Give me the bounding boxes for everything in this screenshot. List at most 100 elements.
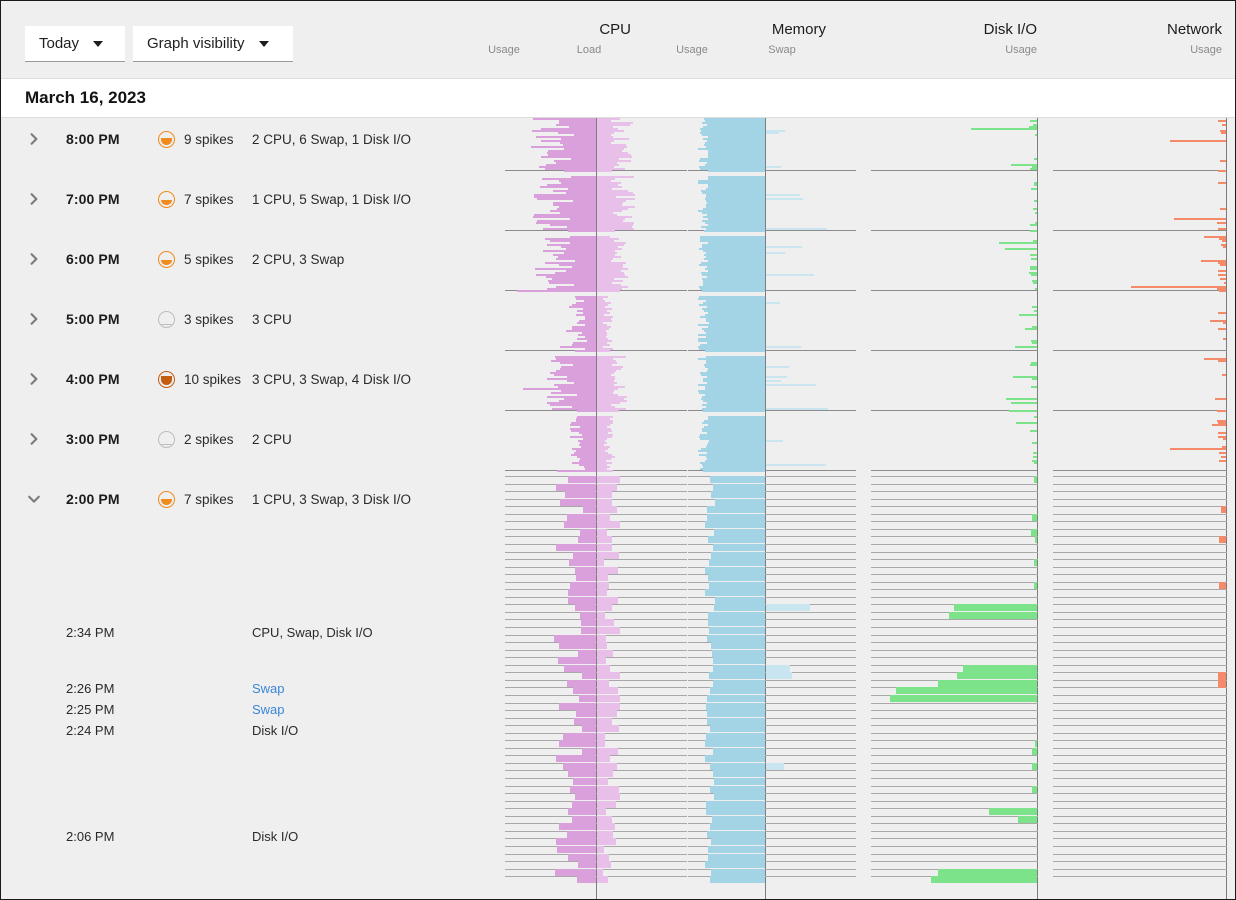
graph-minute-gridline <box>1053 582 1227 583</box>
graph-bar <box>597 657 606 664</box>
timeline-graph-pane <box>497 118 1235 899</box>
graph-minute-gridline <box>505 854 687 855</box>
graph-bar <box>957 672 1037 679</box>
graph-minute-gridline <box>505 869 687 870</box>
chevron-right-icon[interactable] <box>27 252 41 266</box>
graph-minute-gridline <box>1053 710 1227 711</box>
graph-bar <box>597 733 605 740</box>
hour-row-detail: 3 CPU <box>252 312 292 327</box>
timeline-body[interactable]: 8:00 PM9 spikes2 CPU, 6 Swap, 1 Disk I/O… <box>1 118 1235 899</box>
graph-bar <box>709 627 765 634</box>
graph-bar <box>714 793 765 800</box>
graph-bar <box>1034 158 1037 160</box>
graph-minute-gridline <box>1053 589 1227 590</box>
graph-bar <box>597 559 604 566</box>
graph-minute-gridline <box>871 786 1038 787</box>
graph-minute-gridline <box>505 627 687 628</box>
graph-bar <box>578 861 596 868</box>
column-header-disk-io[interactable]: Disk I/O Usage <box>846 21 1037 57</box>
graph-bar <box>597 725 619 732</box>
graph-panel-memory[interactable] <box>688 118 856 899</box>
graph-bar <box>1222 374 1226 376</box>
hour-row-time: 7:00 PM <box>66 191 120 207</box>
graph-minute-gridline <box>1053 552 1227 553</box>
column-header-memory[interactable]: Memory Usage Swap <box>646 21 826 57</box>
chevron-right-icon[interactable] <box>27 372 41 386</box>
graph-bar <box>582 672 596 679</box>
graph-bar <box>564 170 596 172</box>
graph-bar <box>713 748 765 755</box>
graph-bar <box>568 597 596 604</box>
hour-row[interactable]: 5:00 PM3 spikes3 CPU <box>1 308 497 330</box>
column-header-network[interactable]: Network Usage <box>1031 21 1222 57</box>
graph-bar <box>711 552 765 559</box>
graph-bar <box>597 290 620 292</box>
graph-bar <box>1218 274 1226 276</box>
graph-hour-gridline <box>505 350 687 351</box>
graph-bar <box>597 612 605 619</box>
graph-bar <box>597 499 612 506</box>
graph-bar <box>1219 582 1226 589</box>
graph-bar <box>1219 460 1226 462</box>
graph-hour-gridline <box>1053 230 1227 231</box>
graph-bar <box>1215 398 1226 400</box>
time-range-dropdown[interactable]: Today <box>25 26 125 62</box>
graph-minute-gridline <box>505 703 687 704</box>
graph-bar <box>1218 672 1226 688</box>
minute-row-detail-link[interactable]: Swap <box>252 681 285 696</box>
graph-bar <box>581 627 596 634</box>
graph-minute-gridline <box>505 650 687 651</box>
graph-bar <box>713 665 765 672</box>
hour-row[interactable]: 7:00 PM7 spikes1 CPU, 5 Swap, 1 Disk I/O <box>1 188 497 210</box>
minute-row-detail-link[interactable]: Swap <box>252 702 285 717</box>
graph-bar <box>597 740 605 747</box>
graph-hour-gridline <box>871 230 1038 231</box>
graph-minute-gridline <box>688 499 856 500</box>
spike-indicator: 7 spikes <box>158 191 234 208</box>
graph-visibility-dropdown[interactable]: Graph visibility <box>133 26 293 62</box>
graph-minute-gridline <box>505 619 687 620</box>
graph-panel-cpu[interactable] <box>505 118 687 899</box>
graph-minute-gridline <box>1053 718 1227 719</box>
chevron-right-icon[interactable] <box>27 432 41 446</box>
graph-bar <box>597 484 617 491</box>
graph-bar <box>1030 224 1037 226</box>
graph-bar <box>568 770 596 777</box>
graph-bar <box>1030 364 1037 366</box>
graph-bar <box>711 491 765 498</box>
chevron-down-icon[interactable] <box>27 492 41 506</box>
hour-row[interactable]: 6:00 PM5 spikes2 CPU, 3 Swap <box>1 248 497 270</box>
graph-bar <box>1018 816 1037 823</box>
graph-bar <box>708 612 765 619</box>
graph-bar <box>709 559 765 566</box>
chevron-right-icon[interactable] <box>27 192 41 206</box>
graph-bar <box>708 536 765 543</box>
graph-bar <box>708 574 765 581</box>
graph-minute-gridline <box>505 801 687 802</box>
hour-row[interactable]: 2:00 PM7 spikes1 CPU, 3 Swap, 3 Disk I/O <box>1 488 497 510</box>
graph-minute-gridline <box>505 876 687 877</box>
column-header-cpu[interactable]: CPU Usage Load <box>461 21 631 57</box>
graph-bar <box>938 680 1037 687</box>
graph-bar <box>1034 559 1037 566</box>
graph-bar <box>597 687 618 694</box>
graph-bar <box>577 410 596 412</box>
graph-hour-gridline <box>1053 410 1227 411</box>
graph-panel-disk-io[interactable] <box>871 118 1038 899</box>
chevron-right-icon[interactable] <box>27 132 41 146</box>
activity-timeline-window: Today Graph visibility CPU Usage Load Me… <box>0 0 1236 900</box>
graph-minute-gridline <box>1053 869 1227 870</box>
graph-bar <box>597 635 606 642</box>
graph-bar <box>705 521 765 528</box>
graph-bar <box>568 476 596 483</box>
graph-minute-gridline <box>1053 484 1227 485</box>
hour-row[interactable]: 3:00 PM2 spikes2 CPU <box>1 428 497 450</box>
graph-panel-network[interactable] <box>1053 118 1227 899</box>
graph-minute-gridline <box>505 816 687 817</box>
chevron-right-icon[interactable] <box>27 312 41 326</box>
graph-bar <box>576 574 596 581</box>
graph-bar <box>707 514 765 521</box>
hour-row[interactable]: 4:00 PM10 spikes3 CPU, 3 Swap, 4 Disk I/… <box>1 368 497 390</box>
graph-bar <box>597 748 618 755</box>
hour-row[interactable]: 8:00 PM9 spikes2 CPU, 6 Swap, 1 Disk I/O <box>1 128 497 150</box>
